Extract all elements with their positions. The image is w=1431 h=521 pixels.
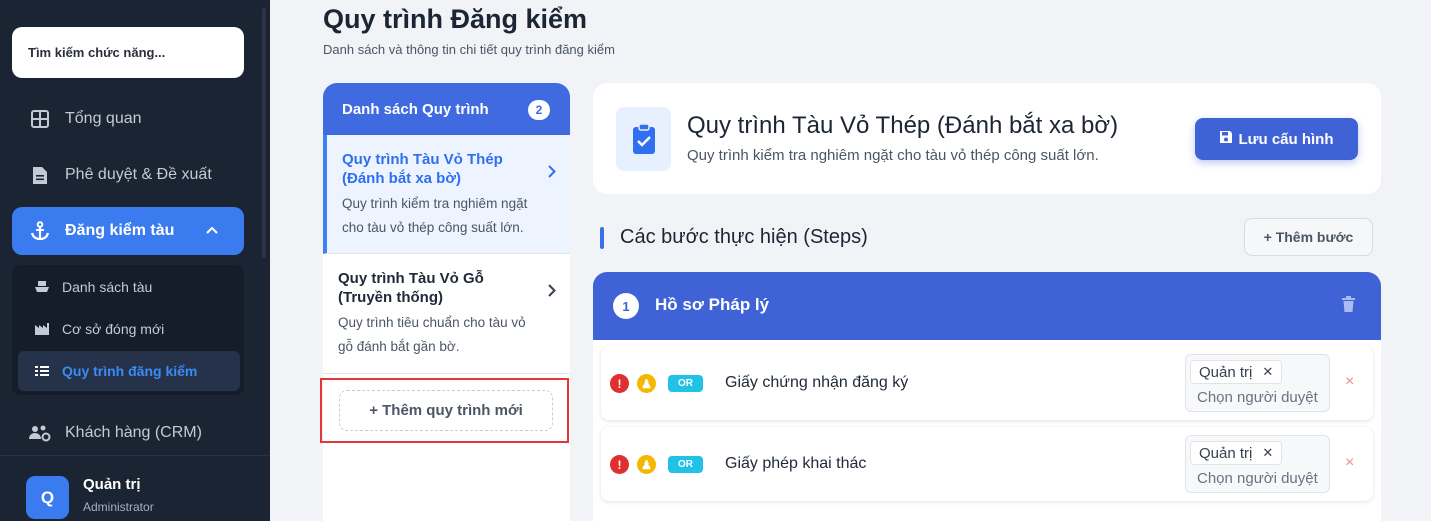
stamp-icon: ♟ [637,455,656,474]
approver-placeholder: Chọn người duyệt [1197,389,1318,406]
remove-tag-icon[interactable]: ✕ [1262,445,1273,461]
nav-item-label: Đăng kiểm tàu [65,222,175,239]
approver-placeholder: Chọn người duyệt [1197,470,1318,487]
process-item-desc: Quy trình kiểm tra nghiêm ngặt cho tàu v… [342,196,528,235]
process-detail-card: Quy trình Tàu Vỏ Thép (Đánh bắt xa bờ) Q… [593,83,1381,194]
save-icon [1219,130,1238,148]
remove-tag-icon[interactable]: ✕ [1262,364,1273,380]
nav-item-approvals[interactable]: Phê duyệt & Đề xuất [12,151,244,199]
sidebar: Tìm kiếm chức năng... Tổng quan Phê duyệ… [0,0,270,521]
chevron-up-icon [206,221,218,239]
page-title: Quy trình Đăng kiểm [323,4,588,34]
document-row: ! ♟ OR Giấy chứng nhận đăng ký Quản trị … [601,346,1373,420]
approver-tag: Quản trị ✕ [1190,360,1283,384]
process-item-desc: Quy trình tiêu chuẩn cho tàu vỏ gỗ đánh … [338,315,526,354]
page-subtitle: Danh sách và thông tin chi tiết quy trìn… [323,42,615,57]
list-check-icon [34,363,50,379]
save-config-button[interactable]: Lưu cấu hình [1195,118,1358,160]
dashboard-icon [29,108,51,130]
section-accent-bar [600,227,604,249]
sub-item-shipyard[interactable]: Cơ sở đóng mới [18,309,240,349]
user-role: Administrator [83,500,154,514]
document-icon [29,164,51,186]
users-gear-icon [29,422,51,444]
anchor-icon [29,220,51,242]
chevron-right-icon [548,165,556,183]
chevron-right-icon [548,284,556,302]
submenu: Danh sách tàu Cơ sở đóng mới Quy trình đ… [12,265,244,395]
step-header: 1 Hồ sơ Pháp lý [593,272,1381,340]
approver-tag: Quản trị ✕ [1190,441,1283,465]
required-icon: ! [610,455,629,474]
nav-item-label: Phê duyệt & Đề xuất [65,166,212,183]
process-item[interactable]: Quy trình Tàu Vỏ Gỗ (Truyền thống) Quy t… [323,254,570,374]
document-row: ! ♟ OR Giấy phép khai thác Quản trị ✕ Ch… [601,427,1373,501]
required-icon: ! [610,374,629,393]
count-badge: 2 [528,100,550,120]
approver-tag-label: Quản trị [1199,363,1253,381]
sub-item-inspection-process[interactable]: Quy trình đăng kiểm [18,351,240,391]
process-item-title: Quy trình Tàu Vỏ Thép (Đánh bắt xa bờ) [342,151,503,187]
process-list-panel: Danh sách Quy trình 2 Quy trình Tàu Vỏ T… [323,83,570,521]
process-title: Quy trình Tàu Vỏ Thép (Đánh bắt xa bờ) [687,112,1119,139]
sub-item-label: Cơ sở đóng mới [62,321,165,337]
or-badge[interactable]: OR [668,456,703,473]
sub-item-ship-list[interactable]: Danh sách tàu [18,267,240,307]
process-list-title: Danh sách Quy trình [342,100,489,118]
sidebar-scrollbar[interactable] [262,8,266,258]
nav-item-label: Tổng quan [65,110,142,127]
or-badge[interactable]: OR [668,375,703,392]
add-step-button[interactable]: + Thêm bước [1244,218,1373,256]
sub-item-label: Danh sách tàu [62,279,153,295]
approver-select[interactable]: Quản trị ✕ Chọn người duyệt [1185,354,1330,412]
avatar: Q [26,476,69,519]
process-item-title: Quy trình Tàu Vỏ Gỗ (Truyền thống) [338,270,484,306]
approver-select[interactable]: Quản trị ✕ Chọn người duyệt [1185,435,1330,493]
sub-item-label: Quy trình đăng kiểm [62,363,198,379]
nav-item-registration[interactable]: Đăng kiểm tàu [12,207,244,255]
factory-icon [34,321,50,337]
process-description: Quy trình kiểm tra nghiêm ngặt cho tàu v… [687,147,1099,164]
process-list-header: Danh sách Quy trình 2 [323,83,570,135]
highlight-box [320,378,569,443]
step-name: Hồ sơ Pháp lý [655,295,770,314]
document-name: Giấy chứng nhận đăng ký [725,374,909,391]
process-item[interactable]: Quy trình Tàu Vỏ Thép (Đánh bắt xa bờ) Q… [323,135,570,254]
user-name: Quản trị [83,476,141,493]
delete-document-icon[interactable]: × [1345,373,1354,391]
user-profile[interactable]: Q Quản trị Administrator [0,455,270,521]
approver-tag-label: Quản trị [1199,444,1253,462]
clipboard-check-icon [616,107,671,171]
delete-document-icon[interactable]: × [1345,454,1354,472]
document-name: Giấy phép khai thác [725,455,867,472]
nav-item-label: Khách hàng (CRM) [65,424,202,441]
steps-title: Các bước thực hiện (Steps) [620,226,868,248]
trash-icon[interactable] [1342,296,1355,317]
save-label: Lưu cấu hình [1238,130,1334,148]
search-input[interactable]: Tìm kiếm chức năng... [12,27,244,78]
nav-item-crm[interactable]: Khách hàng (CRM) [12,409,244,457]
step-number: 1 [613,293,639,319]
nav-item-overview[interactable]: Tổng quan [12,95,244,143]
ship-icon [34,279,50,295]
stamp-icon: ♟ [637,374,656,393]
